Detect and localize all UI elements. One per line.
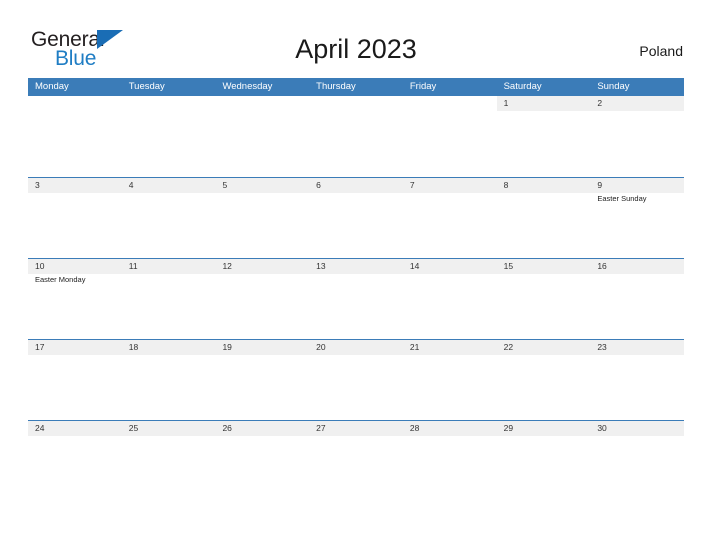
- day-number: 20: [316, 342, 326, 352]
- day-header-tuesday: Tuesday: [128, 81, 165, 92]
- day-cell[interactable]: [28, 96, 122, 177]
- day-cell[interactable]: 14: [402, 259, 497, 339]
- week-row: 17 18 19 20 21 22 23: [28, 339, 685, 420]
- day-cell[interactable]: 15: [496, 259, 591, 339]
- day-number: 28: [409, 423, 420, 433]
- calendar-page: General Blue April 2023 Poland Monday Tu…: [0, 0, 712, 550]
- day-cell[interactable]: 26: [215, 421, 310, 501]
- day-number: 14: [409, 261, 420, 271]
- day-number: 2: [597, 98, 603, 108]
- day-cell[interactable]: 21: [402, 340, 497, 420]
- calendar-grid: Monday Tuesday Wednesday Thursday Friday…: [28, 78, 685, 501]
- day-number: 10: [35, 261, 45, 271]
- page-title: April 2023: [295, 34, 417, 64]
- week-row: 1 2: [28, 96, 685, 177]
- day-number: 1: [503, 98, 509, 108]
- day-event: Easter Monday: [35, 275, 86, 284]
- day-cell[interactable]: 27: [309, 421, 403, 501]
- day-cell[interactable]: 7: [402, 178, 497, 258]
- day-number: 17: [35, 342, 45, 352]
- day-cell[interactable]: 3: [28, 178, 122, 258]
- day-cell[interactable]: 4: [121, 178, 216, 258]
- day-number: 7: [409, 180, 415, 190]
- day-header-wednesday: Wednesday: [222, 81, 273, 92]
- day-header-thursday: Thursday: [316, 81, 356, 92]
- day-cell[interactable]: 17: [28, 340, 122, 420]
- day-number: 23: [597, 342, 607, 352]
- day-number: 3: [35, 180, 40, 190]
- day-cell[interactable]: 1: [496, 96, 591, 177]
- day-number: 25: [128, 423, 139, 433]
- day-number: 16: [597, 261, 607, 271]
- day-number: 15: [503, 261, 514, 271]
- day-number: 6: [316, 180, 321, 190]
- day-cell[interactable]: 8: [496, 178, 591, 258]
- day-cell[interactable]: 16: [590, 259, 685, 339]
- day-cell[interactable]: [215, 96, 310, 177]
- day-cell[interactable]: 6: [309, 178, 403, 258]
- day-event: Easter Sunday: [597, 194, 647, 203]
- day-cell[interactable]: 18: [121, 340, 216, 420]
- day-header-monday: Monday: [35, 81, 69, 92]
- page-header: General Blue April 2023 Poland: [0, 0, 712, 76]
- day-number: 11: [128, 261, 138, 271]
- day-of-week-header-row: Monday Tuesday Wednesday Thursday Friday…: [28, 78, 684, 96]
- day-cell[interactable]: 11: [121, 259, 216, 339]
- day-number: 5: [222, 180, 228, 190]
- day-cell[interactable]: 13: [309, 259, 403, 339]
- day-number: 19: [222, 342, 232, 352]
- week-row: 3 4 5 6 7 8 9 Easter Sunday: [28, 177, 685, 258]
- day-number: 9: [597, 180, 603, 190]
- day-cell[interactable]: 25: [121, 421, 216, 501]
- day-cell[interactable]: 2: [590, 96, 685, 177]
- country-label: Poland: [639, 43, 683, 59]
- day-cell[interactable]: [402, 96, 497, 177]
- day-header-sunday: Sunday: [597, 81, 630, 92]
- day-cell[interactable]: 9 Easter Sunday: [590, 178, 685, 258]
- day-number: 13: [316, 261, 326, 271]
- day-cell[interactable]: 23: [590, 340, 685, 420]
- day-number: 29: [503, 423, 514, 433]
- day-number: 4: [128, 180, 134, 190]
- day-cell[interactable]: 10 Easter Monday: [28, 259, 122, 339]
- week-row: 24 25 26 27 28 29 30: [28, 420, 685, 501]
- day-header-saturday: Saturday: [503, 81, 542, 92]
- day-cell[interactable]: 29: [496, 421, 591, 501]
- day-header-friday: Friday: [409, 81, 437, 92]
- day-cell[interactable]: [309, 96, 403, 177]
- day-number: 18: [128, 342, 139, 352]
- day-number: 24: [35, 423, 45, 433]
- week-row: 10 Easter Monday 11 12 13 14 15 16: [28, 258, 685, 339]
- day-number: 27: [316, 423, 326, 433]
- day-number: 21: [409, 342, 420, 352]
- day-cell[interactable]: 19: [215, 340, 310, 420]
- day-number: 22: [503, 342, 514, 352]
- day-cell[interactable]: 20: [309, 340, 403, 420]
- day-cell[interactable]: 5: [215, 178, 310, 258]
- day-cell[interactable]: 30: [590, 421, 685, 501]
- day-cell[interactable]: 24: [28, 421, 122, 501]
- day-cell[interactable]: 22: [496, 340, 591, 420]
- day-number: 8: [503, 180, 509, 190]
- day-number: 12: [222, 261, 232, 271]
- day-cell[interactable]: [121, 96, 216, 177]
- day-number: 26: [222, 423, 232, 433]
- day-cell[interactable]: 12: [215, 259, 310, 339]
- day-number: 30: [597, 423, 607, 433]
- day-cell[interactable]: 28: [402, 421, 497, 501]
